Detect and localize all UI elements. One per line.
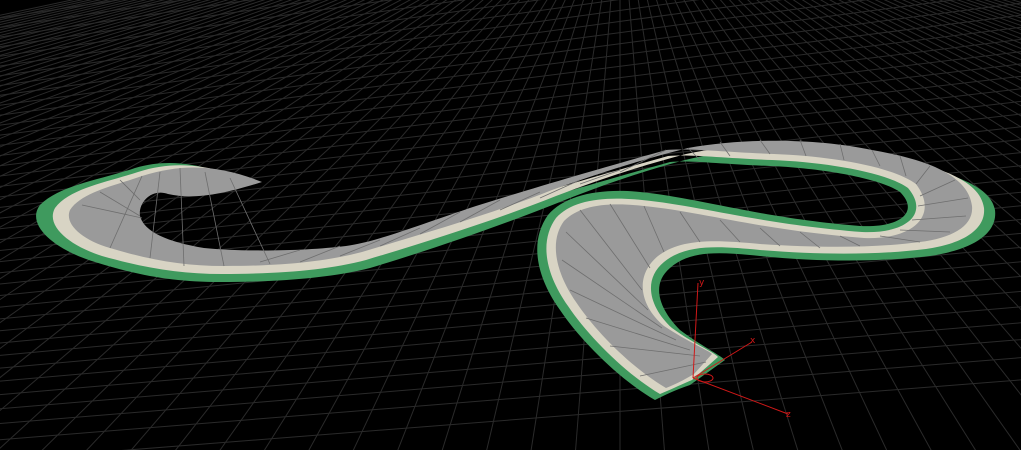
x-axis-label: x [750, 336, 756, 346]
grid-line [121, 379, 1021, 450]
scene-canvas[interactable]: y x z [0, 0, 1021, 450]
y-axis-label: y [699, 278, 705, 288]
grid-line [0, 357, 1021, 441]
ground-grid [0, 0, 1021, 450]
grid-line [0, 306, 1021, 396]
3d-viewport[interactable]: y x z [0, 0, 1021, 450]
grid-line [0, 275, 1021, 369]
grid-line [0, 14, 1021, 146]
z-axis-label: z [786, 410, 791, 420]
